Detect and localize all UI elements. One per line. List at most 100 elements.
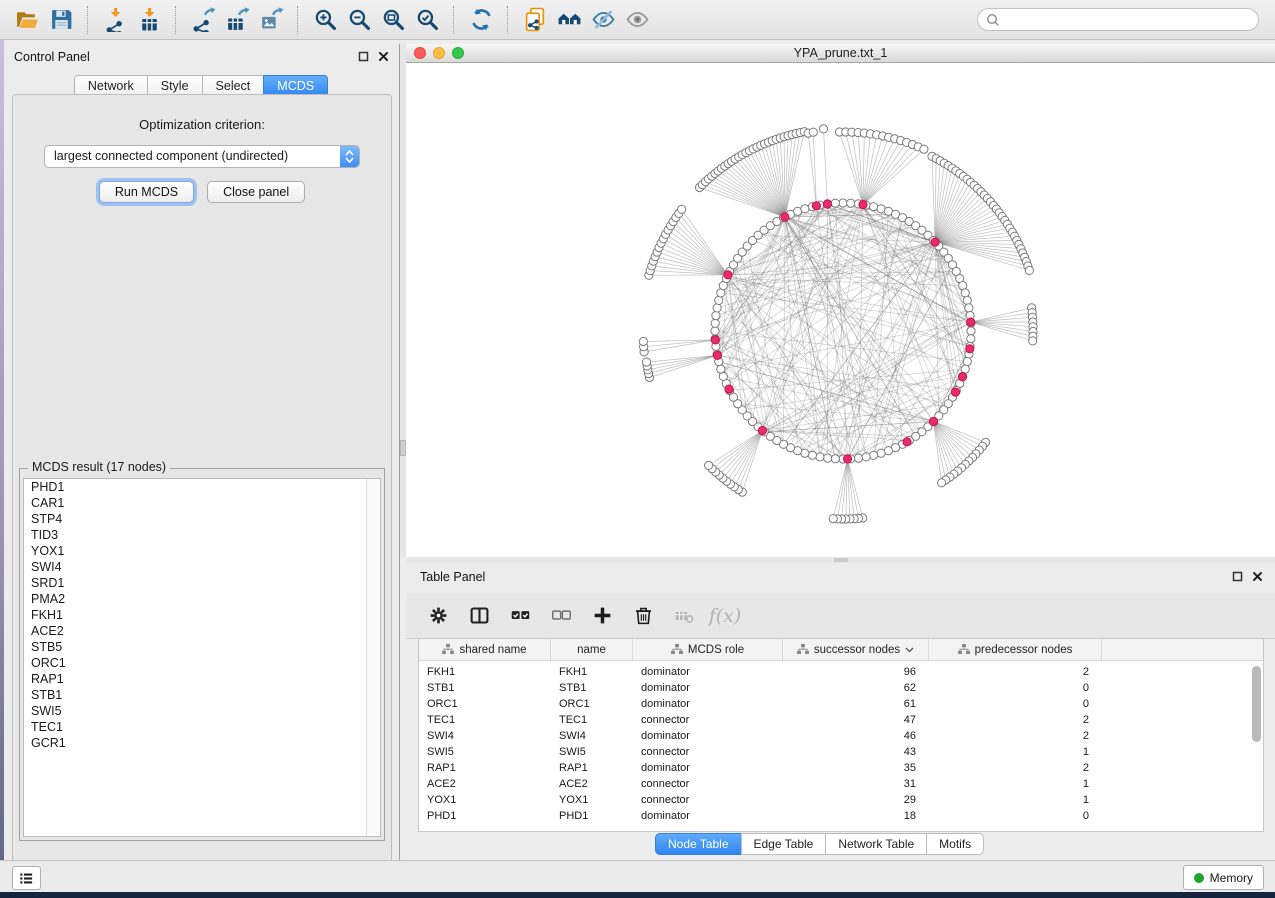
network-node[interactable] [963,296,971,304]
float-panel-icon[interactable] [1232,571,1243,582]
network-node[interactable] [963,358,971,366]
close-panel-button[interactable]: Close panel [207,181,305,203]
zoom-in-button[interactable] [310,5,340,35]
network-node[interactable] [712,312,720,320]
mcds-result-item[interactable]: RAP1 [24,671,380,687]
network-node[interactable] [862,453,870,461]
tab-motifs[interactable]: Motifs [926,833,984,855]
mcds-node[interactable] [967,318,975,326]
mcds-list-scrollbar[interactable] [366,479,380,836]
mcds-result-item[interactable]: STB1 [24,687,380,703]
mcds-node[interactable] [958,373,966,381]
table-row[interactable]: ORC1ORC1dominator610 [419,696,1263,712]
network-node[interactable] [809,128,817,136]
network-node[interactable] [961,289,969,297]
column-header-successor-nodes[interactable]: successor nodes [783,639,929,660]
mcds-node[interactable] [724,271,732,279]
close-panel-icon[interactable] [378,51,389,62]
network-node[interactable] [801,205,809,213]
column-header-mcds-role[interactable]: MCDS role [633,639,783,660]
tab-edge-table[interactable]: Edge Table [741,833,827,855]
mcds-node[interactable] [843,455,851,463]
mcds-node[interactable] [713,351,721,359]
network-node[interactable] [870,203,878,211]
tab-network-table[interactable]: Network Table [825,833,927,855]
run-mcds-button[interactable]: Run MCDS [99,181,194,203]
mcds-node[interactable] [758,426,766,434]
select-all-button[interactable] [508,604,532,628]
network-node[interactable] [808,451,816,459]
network-node[interactable] [847,199,855,207]
network-window-titlebar[interactable]: YPA_prune.txt_1 [406,44,1275,63]
mcds-result-item[interactable]: GCR1 [24,735,380,751]
network-node[interactable] [715,296,723,304]
table-row[interactable]: SWI4SWI4dominator462 [419,728,1263,744]
mcds-node[interactable] [823,200,831,208]
table-row[interactable]: YOX1YOX1connector291 [419,792,1263,808]
network-node[interactable] [1025,266,1033,274]
mcds-node[interactable] [929,417,937,425]
import-network-button[interactable] [100,5,130,35]
apply-layout-button[interactable] [466,5,496,35]
first-neighbors-button[interactable] [554,5,584,35]
network-node[interactable] [713,304,721,312]
network-node[interactable] [819,125,827,133]
toggle-column-panel-button[interactable] [467,604,491,628]
zoom-selected-button[interactable] [412,5,442,35]
deselect-all-button[interactable] [549,604,573,628]
new-network-from-selection-button[interactable] [520,5,550,35]
table-row[interactable]: RAP1RAP1dominator352 [419,760,1263,776]
network-node[interactable] [705,461,713,469]
zoom-fit-button[interactable] [378,5,408,35]
mcds-node[interactable] [903,438,911,446]
network-node[interactable] [967,327,975,335]
zoom-out-button[interactable] [344,5,374,35]
mcds-result-item[interactable]: PMA2 [24,591,380,607]
network-node[interactable] [877,449,885,457]
network-node[interactable] [967,335,975,343]
tab-node-table[interactable]: Node Table [655,833,742,855]
open-session-button[interactable] [12,5,42,35]
column-header-predecessor-nodes[interactable]: predecessor nodes [929,639,1102,660]
export-network-button[interactable] [188,5,218,35]
delete-columns-button[interactable] [631,604,655,628]
table-row[interactable]: ACE2ACE2connector311 [419,776,1263,792]
splitter-handle[interactable] [834,558,848,562]
network-node[interactable] [831,199,839,207]
table-row[interactable]: SWI5SWI5connector431 [419,744,1263,760]
mcds-result-item[interactable]: SRD1 [24,575,380,591]
mcds-result-item[interactable]: FKH1 [24,607,380,623]
mcds-result-item[interactable]: STB5 [24,639,380,655]
close-window-icon[interactable] [414,47,426,59]
network-node[interactable] [824,454,832,462]
import-table-button[interactable] [134,5,164,35]
network-node[interactable] [938,479,946,487]
network-node[interactable] [1029,337,1037,345]
float-panel-icon[interactable] [358,51,369,62]
network-node[interactable] [711,319,719,327]
mcds-result-item[interactable]: SWI4 [24,559,380,575]
mcds-result-item[interactable]: PHD1 [24,479,380,495]
network-graph[interactable] [406,63,1275,557]
show-all-button[interactable] [622,5,652,35]
mcds-result-item[interactable]: CAR1 [24,495,380,511]
table-row[interactable]: STB1STB1dominator620 [419,680,1263,696]
mcds-node[interactable] [859,201,867,209]
mcds-node[interactable] [812,202,820,210]
mcds-node[interactable] [725,385,733,393]
export-image-button[interactable] [256,5,286,35]
memory-button[interactable]: Memory [1183,865,1264,890]
minimize-window-icon[interactable] [433,47,445,59]
mcds-node[interactable] [966,345,974,353]
export-table-button[interactable] [222,5,252,35]
network-node[interactable] [839,199,847,207]
mcds-result-item[interactable]: ORC1 [24,655,380,671]
mcds-node[interactable] [781,213,789,221]
mcds-result-item[interactable]: SWI5 [24,703,380,719]
table-row[interactable]: TEC1TEC1connector472 [419,712,1263,728]
network-node[interactable] [717,365,725,373]
mcds-node[interactable] [931,238,939,246]
table-settings-button[interactable] [426,604,450,628]
network-node[interactable] [816,453,824,461]
mcds-result-item[interactable]: STP4 [24,511,380,527]
